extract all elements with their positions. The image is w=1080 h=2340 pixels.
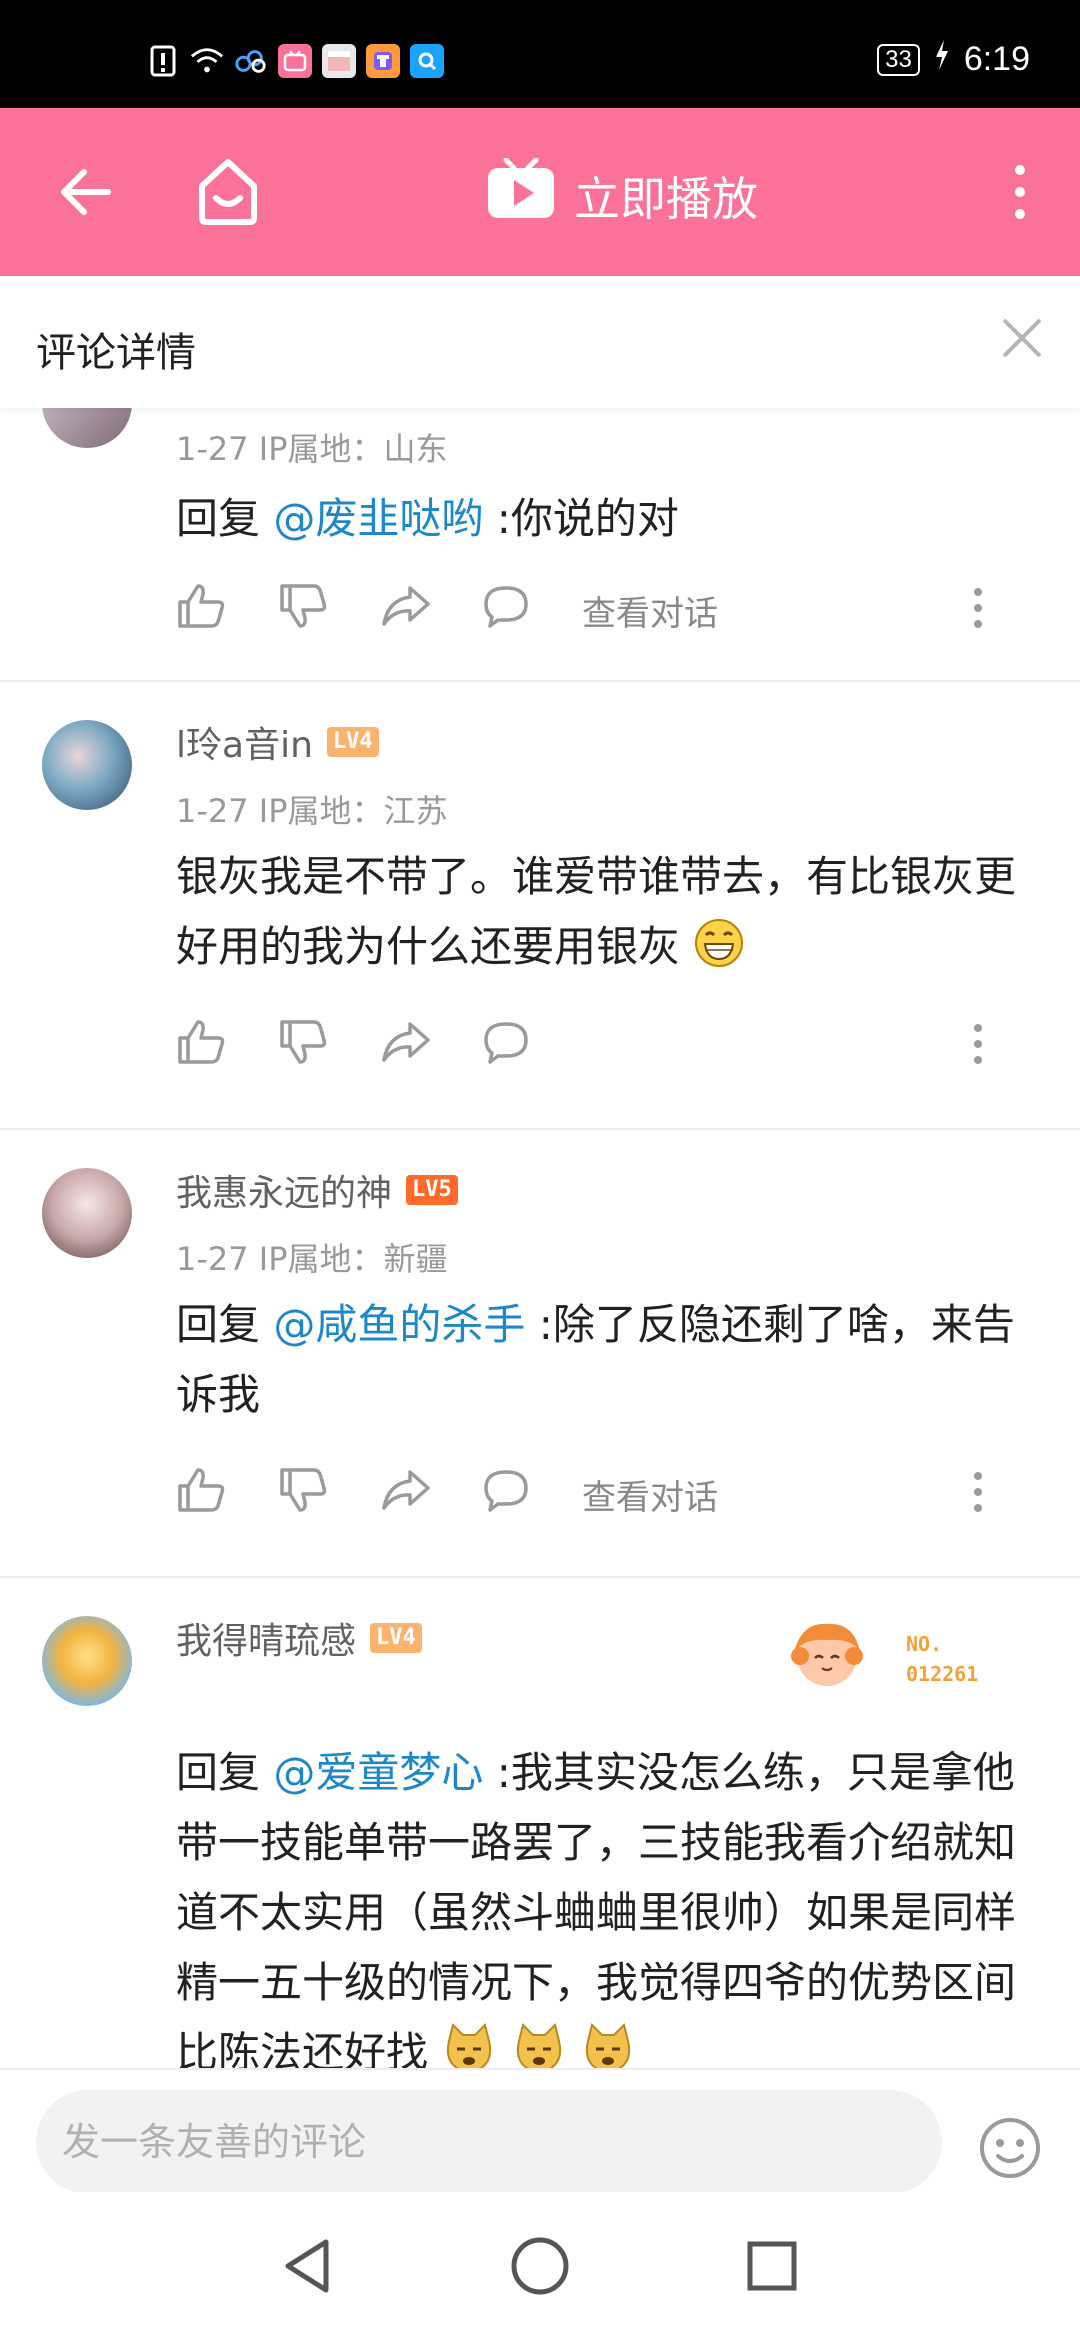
nav-home-icon[interactable] bbox=[508, 2234, 572, 2298]
username[interactable]: 我得晴琉感 LV4 bbox=[176, 1612, 422, 1664]
username-text: 我得晴琉感 bbox=[176, 1621, 357, 1662]
share-icon[interactable] bbox=[380, 1016, 432, 1068]
comment-meta: 1-27 IP属地：江苏 bbox=[176, 792, 448, 830]
doge-emoji-icon bbox=[580, 2021, 636, 2068]
doge-emoji-icon bbox=[441, 2021, 497, 2068]
dislike-icon[interactable] bbox=[278, 1464, 330, 1516]
view-conversation-link[interactable]: 查看对话 bbox=[582, 586, 718, 635]
reply-text: :你说的对 bbox=[483, 494, 679, 543]
page-title: 评论详情 bbox=[36, 330, 196, 376]
comment-meta: 1-27 IP属地：山东 bbox=[176, 430, 448, 468]
comment-more-icon[interactable] bbox=[968, 584, 988, 632]
mention-link[interactable]: @咸鱼的杀手 bbox=[273, 1300, 525, 1349]
reply-icon[interactable] bbox=[480, 1016, 532, 1068]
comment-body-text: 银灰我是不带了。谁爱带谁带去，有比银灰更好用的我为什么还要用银灰 bbox=[176, 852, 1017, 971]
comment-item: 我得晴琉感 LV4 NO. 012261 回复 @爱童梦心 :我其实没怎么练，只… bbox=[0, 1576, 1080, 2068]
reply-prefix: 回复 bbox=[176, 494, 274, 543]
level-badge: LV4 bbox=[370, 1623, 422, 1653]
comment-text: 回复 @废韭哒哟 :你说的对 bbox=[176, 484, 1036, 554]
play-now-label: 立即播放 bbox=[574, 171, 758, 226]
fan-badge-number: 012261 bbox=[906, 1662, 979, 1686]
nav-recents-icon[interactable] bbox=[740, 2234, 804, 2298]
comment-actions: 查看对话 bbox=[176, 580, 1006, 640]
level-badge: LV4 bbox=[326, 727, 379, 757]
share-icon[interactable] bbox=[380, 1464, 432, 1516]
comment-input[interactable]: 发一条友善的评论 bbox=[36, 2090, 942, 2194]
comment-input-bar: 发一条友善的评论 bbox=[0, 2068, 1080, 2194]
comment-actions: 查看对话 bbox=[176, 1464, 1006, 1524]
mention-link[interactable]: @废韭哒哟 bbox=[273, 494, 483, 543]
status-bar: 33 6:19 bbox=[0, 0, 1080, 108]
fan-badge: NO. 012261 bbox=[782, 1616, 1002, 1706]
comment-item: l玲a音in LV4 1-27 IP属地：江苏 银灰我是不带了。谁爱带谁带去，有… bbox=[0, 680, 1080, 1130]
dislike-icon[interactable] bbox=[278, 1016, 330, 1068]
shop-app-icon bbox=[366, 44, 400, 78]
nav-back-icon[interactable] bbox=[276, 2234, 340, 2298]
avatar[interactable] bbox=[42, 408, 132, 448]
close-icon[interactable] bbox=[998, 314, 1046, 366]
comment-text: 回复 @咸鱼的杀手 :除了反隐还剩了啥，来告诉我 bbox=[176, 1290, 1036, 1430]
comment-meta: 1-27 IP属地：新疆 bbox=[176, 1240, 448, 1278]
dislike-icon[interactable] bbox=[278, 580, 330, 632]
clock: 6:19 bbox=[963, 40, 1030, 78]
view-conversation-link[interactable]: 查看对话 bbox=[582, 1470, 718, 1519]
doge-emoji-icon bbox=[511, 2021, 567, 2068]
more-options-icon[interactable] bbox=[1000, 162, 1040, 222]
home-icon[interactable] bbox=[196, 156, 260, 228]
alert-icon bbox=[146, 44, 180, 78]
avatar[interactable] bbox=[42, 1616, 132, 1706]
cloud-app-icon bbox=[234, 44, 268, 78]
avatar[interactable] bbox=[42, 720, 132, 810]
comment-detail-header: 评论详情 bbox=[0, 276, 1080, 408]
reply-prefix: 回复 bbox=[176, 1300, 274, 1349]
emoji-picker-icon[interactable] bbox=[978, 2116, 1042, 2180]
level-badge: LV5 bbox=[406, 1175, 458, 1205]
mention-link[interactable]: @爱童梦心 bbox=[273, 1748, 483, 1797]
like-icon[interactable] bbox=[176, 580, 228, 632]
fan-badge-label: NO. bbox=[906, 1632, 943, 1656]
reply-icon[interactable] bbox=[480, 580, 532, 632]
comment-list[interactable]: 1-27 IP属地：山东 回复 @废韭哒哟 :你说的对 查看对话 l玲a音in … bbox=[0, 408, 1080, 2068]
comment-text: 银灰我是不带了。谁爱带谁带去，有比银灰更好用的我为什么还要用银灰 bbox=[176, 842, 1036, 990]
play-now-button[interactable]: 立即播放 bbox=[486, 157, 758, 233]
comment-more-icon[interactable] bbox=[968, 1468, 988, 1516]
like-icon[interactable] bbox=[176, 1464, 228, 1516]
comment-text: 回复 @爱童梦心 :我其实没怎么练，只是拿他带一技能单带一路罢了，三技能我看介绍… bbox=[176, 1738, 1036, 2068]
tv-icon bbox=[486, 157, 556, 233]
reply-icon[interactable] bbox=[480, 1464, 532, 1516]
comment-actions bbox=[176, 1016, 1006, 1076]
notification-icons bbox=[146, 44, 444, 78]
grin-emoji-icon bbox=[693, 917, 745, 990]
username[interactable]: 我惠永远的神 LV5 bbox=[176, 1164, 458, 1216]
battery-level: 33 bbox=[877, 43, 920, 76]
box-app-icon bbox=[322, 44, 356, 78]
share-icon[interactable] bbox=[380, 580, 432, 632]
comment-item: 1-27 IP属地：山东 回复 @废韭哒哟 :你说的对 查看对话 bbox=[0, 408, 1080, 682]
fan-badge-character-icon bbox=[791, 1623, 863, 1686]
reply-prefix: 回复 bbox=[176, 1748, 274, 1797]
like-icon[interactable] bbox=[176, 1016, 228, 1068]
search-app-icon bbox=[410, 44, 444, 78]
wifi-icon bbox=[190, 44, 224, 78]
username-text: 我惠永远的神 bbox=[176, 1173, 393, 1214]
top-app-bar: 立即播放 bbox=[0, 108, 1080, 276]
comment-more-icon[interactable] bbox=[968, 1020, 988, 1068]
charging-icon bbox=[934, 40, 950, 79]
system-nav-bar bbox=[0, 2192, 1080, 2340]
bilibili-app-icon bbox=[278, 44, 312, 78]
avatar[interactable] bbox=[42, 1168, 132, 1258]
comment-item: 我惠永远的神 LV5 1-27 IP属地：新疆 回复 @咸鱼的杀手 :除了反隐还… bbox=[0, 1128, 1080, 1578]
back-arrow-icon[interactable] bbox=[52, 158, 120, 226]
username[interactable]: l玲a音in LV4 bbox=[176, 716, 379, 768]
username-text: l玲a音in bbox=[176, 725, 313, 766]
